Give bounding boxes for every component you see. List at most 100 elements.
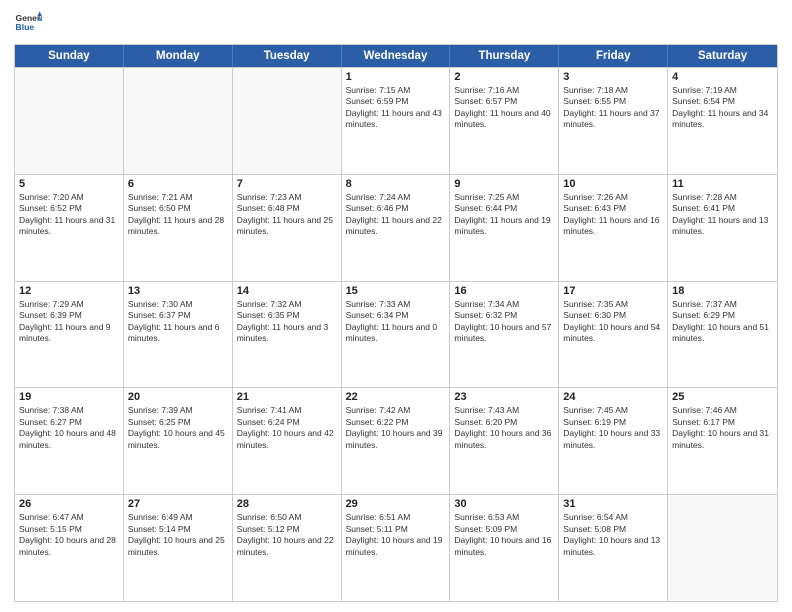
day-number: 15 bbox=[346, 285, 446, 297]
day-info: Sunrise: 7:35 AM Sunset: 6:30 PM Dayligh… bbox=[563, 299, 663, 345]
day-info: Sunrise: 7:16 AM Sunset: 6:57 PM Dayligh… bbox=[454, 85, 554, 131]
day-number: 1 bbox=[346, 71, 446, 83]
day-info: Sunrise: 6:53 AM Sunset: 5:09 PM Dayligh… bbox=[454, 512, 554, 558]
day-number: 11 bbox=[672, 178, 773, 190]
day-number: 9 bbox=[454, 178, 554, 190]
day-number: 24 bbox=[563, 391, 663, 403]
day-number: 5 bbox=[19, 178, 119, 190]
day-number: 26 bbox=[19, 498, 119, 510]
day-info: Sunrise: 6:51 AM Sunset: 5:11 PM Dayligh… bbox=[346, 512, 446, 558]
calendar-body: 1 Sunrise: 7:15 AM Sunset: 6:59 PM Daylig… bbox=[15, 67, 777, 601]
day-info: Sunrise: 7:20 AM Sunset: 6:52 PM Dayligh… bbox=[19, 192, 119, 238]
day-number: 6 bbox=[128, 178, 228, 190]
day-info: Sunrise: 7:28 AM Sunset: 6:41 PM Dayligh… bbox=[672, 192, 773, 238]
day-info: Sunrise: 7:23 AM Sunset: 6:48 PM Dayligh… bbox=[237, 192, 337, 238]
day-info: Sunrise: 7:19 AM Sunset: 6:54 PM Dayligh… bbox=[672, 85, 773, 131]
day-header-thursday: Thursday bbox=[450, 45, 559, 67]
day-cell-12: 12Sunrise: 7:29 AM Sunset: 6:39 PM Dayli… bbox=[15, 282, 124, 388]
day-number: 16 bbox=[454, 285, 554, 297]
day-cell-13: 13 Sunrise: 7:30 AM Sunset: 6:37 PM Dayli… bbox=[124, 282, 233, 388]
day-number: 12 bbox=[19, 285, 119, 297]
day-cell-16: 16 Sunrise: 7:34 AM Sunset: 6:32 PM Dayli… bbox=[450, 282, 559, 388]
day-number: 13 bbox=[128, 285, 228, 297]
day-cell-26: 26 Sunrise: 6:47 AM Sunset: 5:15 PM Dayli… bbox=[15, 495, 124, 601]
day-cell-27: 27 Sunrise: 6:49 AM Sunset: 5:14 PM Dayli… bbox=[124, 495, 233, 601]
calendar-row-5: 26 Sunrise: 6:47 AM Sunset: 5:15 PM Dayli… bbox=[15, 494, 777, 601]
day-number: 18 bbox=[672, 285, 773, 297]
empty-cell bbox=[15, 68, 124, 174]
day-info: Sunrise: 7:42 AM Sunset: 6:22 PM Dayligh… bbox=[346, 405, 446, 451]
day-number: 21 bbox=[237, 391, 337, 403]
day-header-sunday: Sunday bbox=[15, 45, 124, 67]
day-cell-31: 31 Sunrise: 6:54 AM Sunset: 5:08 PM Dayli… bbox=[559, 495, 668, 601]
page-header: General Blue bbox=[14, 10, 778, 38]
calendar-row-1: 1 Sunrise: 7:15 AM Sunset: 6:59 PM Daylig… bbox=[15, 67, 777, 174]
day-cell-23: 23Sunrise: 7:43 AM Sunset: 6:20 PM Dayli… bbox=[450, 388, 559, 494]
day-cell-18: 18 Sunrise: 7:37 AM Sunset: 6:29 PM Dayli… bbox=[668, 282, 777, 388]
day-cell-2: 2Sunrise: 7:16 AM Sunset: 6:57 PM Daylig… bbox=[450, 68, 559, 174]
day-info: Sunrise: 7:43 AM Sunset: 6:20 PM Dayligh… bbox=[454, 405, 554, 451]
calendar-row-2: 5 Sunrise: 7:20 AM Sunset: 6:52 PM Daylig… bbox=[15, 174, 777, 281]
day-info: Sunrise: 6:50 AM Sunset: 5:12 PM Dayligh… bbox=[237, 512, 337, 558]
day-cell-9: 9 Sunrise: 7:25 AM Sunset: 6:44 PM Daylig… bbox=[450, 175, 559, 281]
day-info: Sunrise: 7:46 AM Sunset: 6:17 PM Dayligh… bbox=[672, 405, 773, 451]
day-number: 8 bbox=[346, 178, 446, 190]
day-number: 28 bbox=[237, 498, 337, 510]
day-cell-20: 20Sunrise: 7:39 AM Sunset: 6:25 PM Dayli… bbox=[124, 388, 233, 494]
day-info: Sunrise: 7:21 AM Sunset: 6:50 PM Dayligh… bbox=[128, 192, 228, 238]
day-number: 14 bbox=[237, 285, 337, 297]
calendar-header: SundayMondayTuesdayWednesdayThursdayFrid… bbox=[15, 45, 777, 67]
day-info: Sunrise: 7:30 AM Sunset: 6:37 PM Dayligh… bbox=[128, 299, 228, 345]
day-info: Sunrise: 7:25 AM Sunset: 6:44 PM Dayligh… bbox=[454, 192, 554, 238]
day-info: Sunrise: 6:47 AM Sunset: 5:15 PM Dayligh… bbox=[19, 512, 119, 558]
day-cell-7: 7Sunrise: 7:23 AM Sunset: 6:48 PM Daylig… bbox=[233, 175, 342, 281]
day-info: Sunrise: 7:26 AM Sunset: 6:43 PM Dayligh… bbox=[563, 192, 663, 238]
day-cell-19: 19 Sunrise: 7:38 AM Sunset: 6:27 PM Dayli… bbox=[15, 388, 124, 494]
day-cell-4: 4Sunrise: 7:19 AM Sunset: 6:54 PM Daylig… bbox=[668, 68, 777, 174]
day-info: Sunrise: 6:54 AM Sunset: 5:08 PM Dayligh… bbox=[563, 512, 663, 558]
day-cell-11: 11 Sunrise: 7:28 AM Sunset: 6:41 PM Dayli… bbox=[668, 175, 777, 281]
day-info: Sunrise: 7:39 AM Sunset: 6:25 PM Dayligh… bbox=[128, 405, 228, 451]
day-info: Sunrise: 7:37 AM Sunset: 6:29 PM Dayligh… bbox=[672, 299, 773, 345]
day-cell-25: 25 Sunrise: 7:46 AM Sunset: 6:17 PM Dayli… bbox=[668, 388, 777, 494]
day-info: Sunrise: 7:38 AM Sunset: 6:27 PM Dayligh… bbox=[19, 405, 119, 451]
logo: General Blue bbox=[14, 10, 42, 38]
calendar-row-4: 19 Sunrise: 7:38 AM Sunset: 6:27 PM Dayli… bbox=[15, 387, 777, 494]
day-number: 25 bbox=[672, 391, 773, 403]
svg-text:General: General bbox=[16, 13, 42, 23]
day-header-wednesday: Wednesday bbox=[342, 45, 451, 67]
day-header-friday: Friday bbox=[559, 45, 668, 67]
day-cell-3: 3 Sunrise: 7:18 AM Sunset: 6:55 PM Daylig… bbox=[559, 68, 668, 174]
day-cell-30: 30 Sunrise: 6:53 AM Sunset: 5:09 PM Dayli… bbox=[450, 495, 559, 601]
day-cell-5: 5 Sunrise: 7:20 AM Sunset: 6:52 PM Daylig… bbox=[15, 175, 124, 281]
logo-icon: General Blue bbox=[14, 10, 42, 38]
svg-text:Blue: Blue bbox=[16, 22, 35, 32]
empty-cell bbox=[233, 68, 342, 174]
day-cell-15: 15 Sunrise: 7:33 AM Sunset: 6:34 PM Dayli… bbox=[342, 282, 451, 388]
day-cell-8: 8Sunrise: 7:24 AM Sunset: 6:46 PM Daylig… bbox=[342, 175, 451, 281]
day-cell-22: 22Sunrise: 7:42 AM Sunset: 6:22 PM Dayli… bbox=[342, 388, 451, 494]
day-info: Sunrise: 7:45 AM Sunset: 6:19 PM Dayligh… bbox=[563, 405, 663, 451]
empty-cell bbox=[668, 495, 777, 601]
day-cell-6: 6 Sunrise: 7:21 AM Sunset: 6:50 PM Daylig… bbox=[124, 175, 233, 281]
empty-cell bbox=[124, 68, 233, 174]
day-cell-14: 14 Sunrise: 7:32 AM Sunset: 6:35 PM Dayli… bbox=[233, 282, 342, 388]
day-number: 31 bbox=[563, 498, 663, 510]
day-info: Sunrise: 7:34 AM Sunset: 6:32 PM Dayligh… bbox=[454, 299, 554, 345]
day-number: 17 bbox=[563, 285, 663, 297]
calendar-row-3: 12Sunrise: 7:29 AM Sunset: 6:39 PM Dayli… bbox=[15, 281, 777, 388]
day-info: Sunrise: 7:18 AM Sunset: 6:55 PM Dayligh… bbox=[563, 85, 663, 131]
day-number: 30 bbox=[454, 498, 554, 510]
day-header-tuesday: Tuesday bbox=[233, 45, 342, 67]
day-info: Sunrise: 7:33 AM Sunset: 6:34 PM Dayligh… bbox=[346, 299, 446, 345]
day-header-saturday: Saturday bbox=[668, 45, 777, 67]
day-cell-24: 24 Sunrise: 7:45 AM Sunset: 6:19 PM Dayli… bbox=[559, 388, 668, 494]
day-cell-17: 17 Sunrise: 7:35 AM Sunset: 6:30 PM Dayli… bbox=[559, 282, 668, 388]
day-number: 27 bbox=[128, 498, 228, 510]
day-info: Sunrise: 7:32 AM Sunset: 6:35 PM Dayligh… bbox=[237, 299, 337, 345]
day-number: 19 bbox=[19, 391, 119, 403]
day-info: Sunrise: 6:49 AM Sunset: 5:14 PM Dayligh… bbox=[128, 512, 228, 558]
day-info: Sunrise: 7:41 AM Sunset: 6:24 PM Dayligh… bbox=[237, 405, 337, 451]
day-info: Sunrise: 7:15 AM Sunset: 6:59 PM Dayligh… bbox=[346, 85, 446, 131]
day-number: 3 bbox=[563, 71, 663, 83]
